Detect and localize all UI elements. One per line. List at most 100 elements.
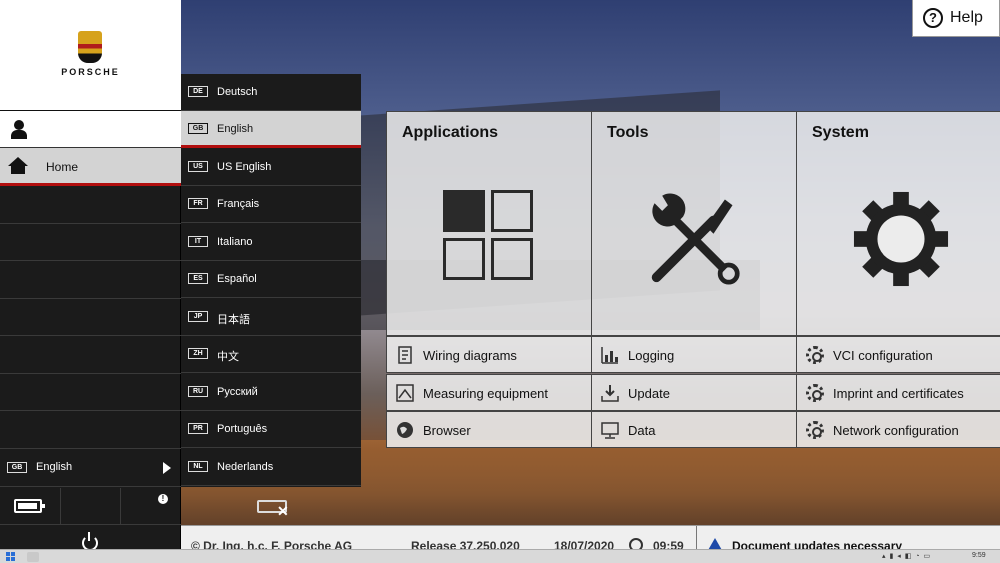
- tools-tile[interactable]: Tools: [591, 111, 797, 336]
- wiring-diagram-icon: [398, 346, 412, 364]
- language-code-badge: FR: [188, 198, 208, 209]
- language-code-badge: GB: [188, 123, 208, 134]
- update-label: Update: [628, 386, 670, 401]
- tools-title: Tools: [607, 124, 649, 141]
- gear-icon: [806, 384, 824, 402]
- language-option-nl[interactable]: NL Nederlands: [181, 449, 361, 486]
- imprint-certificates-link[interactable]: Imprint and certificates: [796, 374, 1000, 411]
- measuring-equipment-label: Measuring equipment: [423, 386, 549, 401]
- language-option-label: Español: [217, 273, 257, 285]
- vci-configuration-label: VCI configuration: [833, 348, 933, 363]
- language-option-label: 日本語: [217, 314, 250, 326]
- vci-configuration-link[interactable]: VCI configuration: [796, 336, 1000, 373]
- language-code-badge: ZH: [188, 348, 208, 359]
- footer-status-bar: © Dr. Ing. h.c. F. Porsche AG Release 37…: [181, 525, 1000, 553]
- user-icon: [10, 120, 28, 139]
- system-tile[interactable]: System: [796, 111, 1000, 336]
- language-option-gb[interactable]: GB English: [181, 111, 361, 148]
- language-option-label: Nederlands: [217, 461, 274, 473]
- download-tray-icon: [601, 385, 619, 402]
- language-option-es[interactable]: ES Español: [181, 261, 361, 298]
- porsche-logo: PORSCHE: [0, 0, 181, 111]
- bar-chart-icon: [601, 347, 618, 364]
- language-code-badge: NL: [188, 461, 208, 472]
- close-icon: ✕: [277, 503, 289, 519]
- wiring-diagrams-label: Wiring diagrams: [423, 348, 517, 363]
- data-label: Data: [628, 423, 656, 438]
- sidebar-empty-slot: [0, 412, 181, 449]
- language-option-label: 中文: [217, 351, 239, 363]
- help-button[interactable]: ? Help: [912, 0, 1000, 37]
- language-option-label: Italiano: [217, 236, 253, 248]
- sidebar-empty-slot: [0, 224, 181, 261]
- language-code-badge: JP: [188, 311, 208, 322]
- home-icon: [8, 157, 28, 175]
- applications-tile[interactable]: Applications: [386, 111, 592, 336]
- monitor-icon: [601, 422, 619, 439]
- language-dropdown: DE Deutsch GB English US US English FR F…: [181, 74, 361, 487]
- language-code-badge: GB: [7, 462, 27, 473]
- battery-status[interactable]: [0, 488, 61, 525]
- sidebar: PORSCHE Home GB English ! ✕: [0, 0, 289, 563]
- gear-icon: [806, 346, 824, 364]
- porsche-wordmark: PORSCHE: [61, 67, 120, 77]
- language-option-label: US English: [217, 161, 272, 173]
- measuring-equipment-icon: [396, 384, 414, 402]
- language-selector[interactable]: GB English: [0, 450, 181, 487]
- sidebar-empty-slot: [0, 262, 181, 299]
- browser-link[interactable]: Browser: [386, 411, 592, 448]
- logging-link[interactable]: Logging: [591, 336, 797, 373]
- language-option-de[interactable]: DE Deutsch: [181, 74, 361, 111]
- language-label: English: [36, 461, 73, 473]
- windows-start-icon[interactable]: [6, 552, 16, 562]
- home-label: Home: [46, 160, 79, 174]
- language-option-label: Français: [217, 198, 260, 210]
- home-nav-item[interactable]: Home: [0, 148, 181, 186]
- porsche-crest-icon: [78, 31, 102, 63]
- status-bar: ! ✕: [0, 488, 289, 525]
- gear-icon: [806, 421, 824, 439]
- sidebar-empty-slot: [0, 187, 181, 224]
- language-option-pr[interactable]: PR Português: [181, 411, 361, 448]
- vci-status[interactable]: ✕: [121, 488, 289, 525]
- measuring-equipment-link[interactable]: Measuring equipment: [386, 374, 592, 411]
- data-link[interactable]: Data: [591, 411, 797, 448]
- wiring-diagrams-link[interactable]: Wiring diagrams: [386, 336, 592, 373]
- sidebar-empty-slot: [0, 374, 181, 411]
- footer-divider: [696, 526, 697, 550]
- info-status[interactable]: !: [61, 488, 168, 525]
- language-option-zh[interactable]: ZH 中文: [181, 336, 361, 373]
- help-label: Help: [950, 9, 983, 26]
- language-option-label: Русский: [217, 386, 258, 398]
- wrench-screwdriver-icon: [651, 193, 740, 285]
- language-option-fr[interactable]: FR Français: [181, 186, 361, 223]
- imprint-certificates-label: Imprint and certificates: [833, 386, 964, 401]
- language-option-label: Português: [217, 423, 268, 435]
- sidebar-empty-slot: [0, 299, 181, 336]
- applications-grid-icon: [443, 190, 535, 282]
- battery-icon: [14, 499, 45, 513]
- browser-label: Browser: [423, 423, 471, 438]
- language-code-badge: IT: [188, 236, 208, 247]
- network-configuration-link[interactable]: Network configuration: [796, 411, 1000, 448]
- language-option-label: Deutsch: [217, 86, 258, 98]
- language-code-badge: RU: [188, 386, 208, 397]
- language-option-label: English: [217, 123, 254, 135]
- language-code-badge: ES: [188, 273, 208, 284]
- language-option-us[interactable]: US US English: [181, 149, 361, 186]
- language-code-badge: DE: [188, 86, 208, 97]
- language-option-it[interactable]: IT Italiano: [181, 224, 361, 261]
- chevron-right-icon: [163, 462, 171, 474]
- system-tray-icons[interactable]: ▴ ▮ ◂ ◧ ◔ ▭: [882, 552, 931, 560]
- gear-icon: [853, 191, 949, 287]
- system-title: System: [812, 124, 869, 141]
- taskbar-app-icon[interactable]: [27, 552, 39, 562]
- update-link[interactable]: Update: [591, 374, 797, 411]
- logging-label: Logging: [628, 348, 675, 363]
- user-button[interactable]: [0, 111, 181, 148]
- language-option-ru[interactable]: RU Русский: [181, 374, 361, 411]
- language-option-jp[interactable]: JP 日本語: [181, 299, 361, 336]
- globe-icon: [397, 422, 413, 438]
- sidebar-empty-slot: [0, 337, 181, 374]
- question-circle-icon: ?: [923, 8, 943, 28]
